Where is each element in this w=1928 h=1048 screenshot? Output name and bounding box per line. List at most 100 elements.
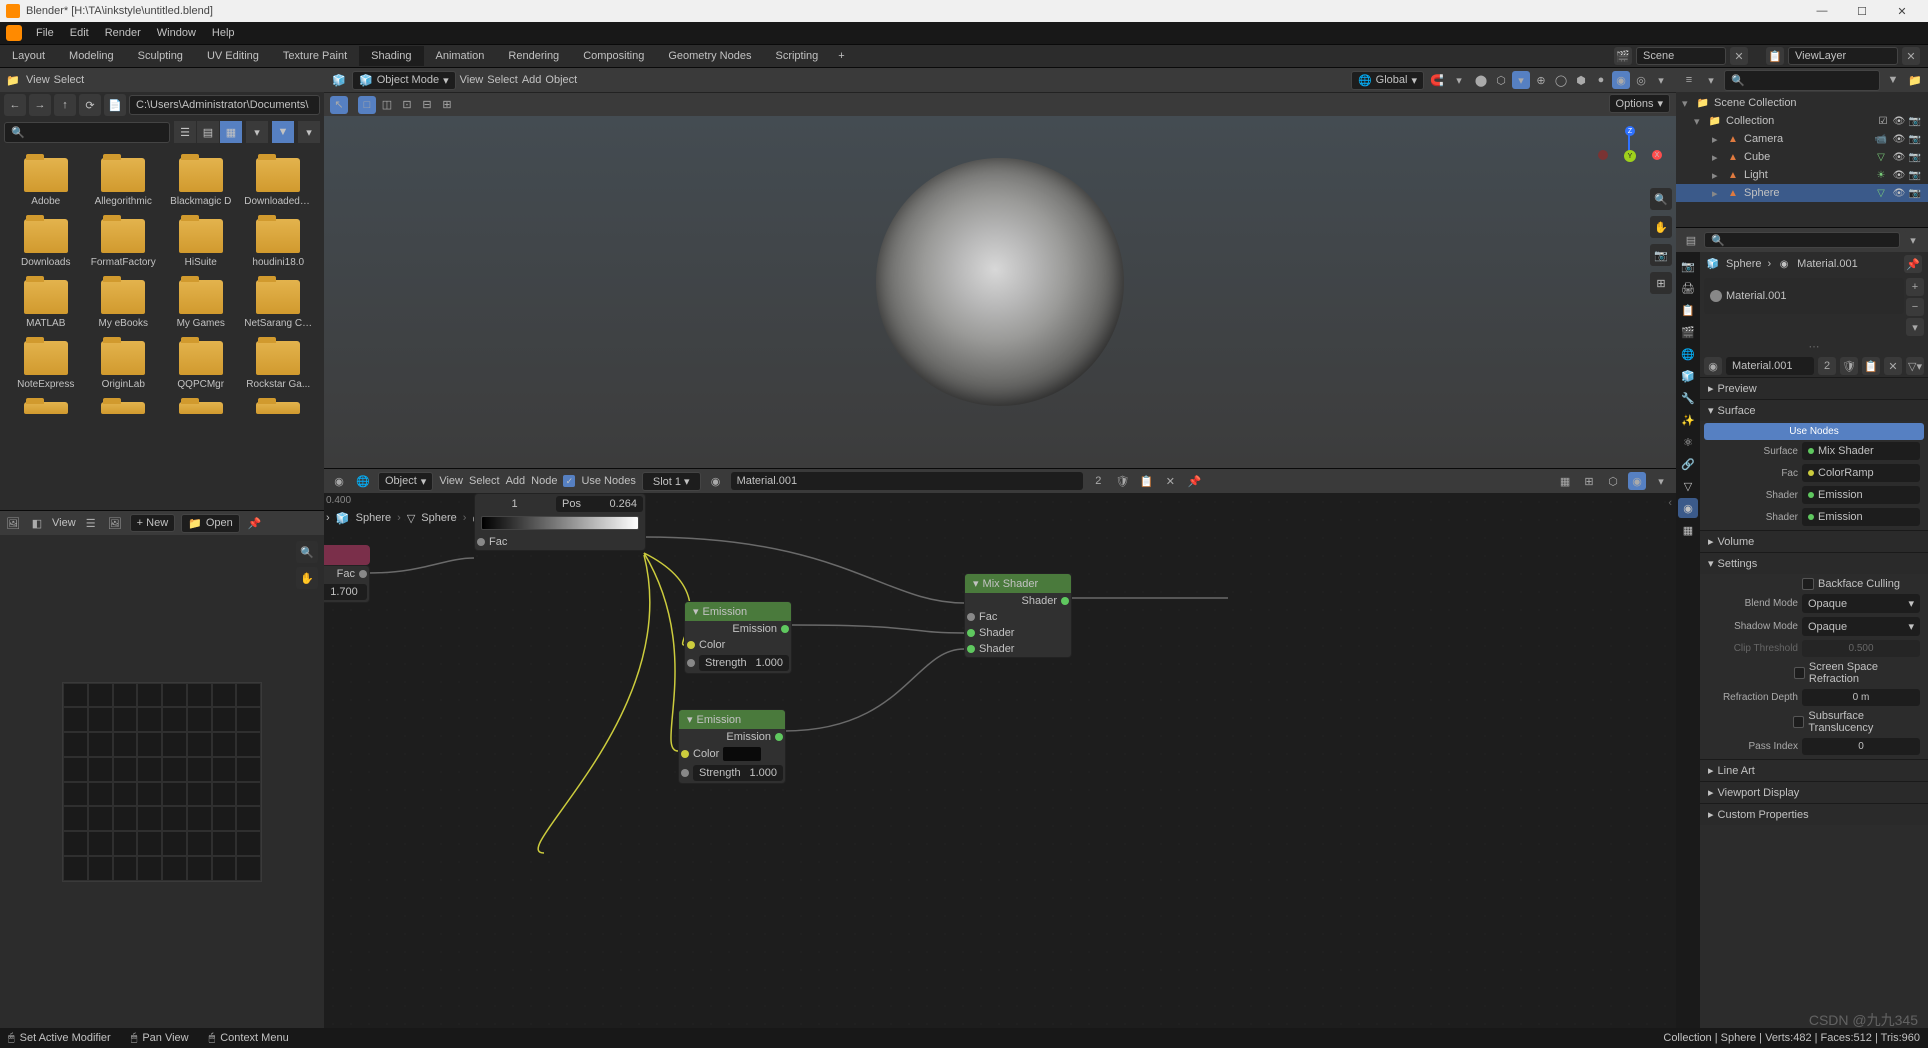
eye-icon[interactable]: 👁 [1892,150,1906,164]
view-columns-button[interactable]: ▤ [197,121,219,143]
ne-opt2-icon[interactable]: ⊞ [1580,472,1598,490]
uv-image-icon[interactable]: 🖼 [106,514,124,532]
tool-cursor-icon[interactable]: ↖ [330,96,348,114]
vp-add-menu[interactable]: Add [522,74,542,86]
viewlayer-del-icon[interactable]: ✕ [1902,47,1920,65]
mat-new-icon[interactable]: 📋 [1137,472,1155,490]
uv-hamburger-icon[interactable]: ☰ [82,514,100,532]
sec-volume[interactable]: ▸Volume [1700,531,1928,552]
vp-view-menu[interactable]: View [460,74,484,86]
snap-dd-icon[interactable]: ▾ [1450,71,1468,89]
ptab-output[interactable]: 🖨 [1678,278,1698,298]
folder-item[interactable]: Adobe [8,154,84,211]
uv-grid[interactable] [62,682,262,882]
tool-select-5-icon[interactable]: ⊞ [438,96,456,114]
tab-modeling[interactable]: Modeling [57,46,126,66]
eye-icon[interactable]: 👁 [1892,132,1906,146]
tool-select-3-icon[interactable]: ⊡ [398,96,416,114]
mat-browse-icon[interactable]: ◉ [707,472,725,490]
ptab-modifier[interactable]: 🔧 [1678,388,1698,408]
fb-select-menu[interactable]: Select [54,74,85,86]
emission-node-2[interactable]: ▾Emission Emission Color Strength1.000 [678,709,786,784]
tab-scripting[interactable]: Scripting [763,46,830,66]
folder-item[interactable]: houdini18.0 [241,215,317,272]
ne-opt3-icon[interactable]: ⬡ [1604,472,1622,490]
nav-back-button[interactable]: ← [4,94,26,116]
nav-newdir-button[interactable]: 📄 [104,94,126,116]
vp-mode-dropdown[interactable]: 🧊 Object Mode ▾ [352,71,456,90]
ne-mode-dropdown[interactable]: Object ▾ [378,472,433,491]
tool-select-4-icon[interactable]: ⊟ [418,96,436,114]
sec-custom[interactable]: ▸Custom Properties [1700,804,1928,825]
vp-shade-mat-icon[interactable]: ◉ [1612,71,1630,89]
vp-pan-icon[interactable]: ✋ [1650,216,1672,238]
mat-users-badge[interactable]: 2 [1089,472,1107,490]
tree-sphere[interactable]: ▸▲Sphere▽👁📷 [1676,184,1928,202]
use-nodes-button[interactable]: Use Nodes [1704,423,1924,440]
tab-shading[interactable]: Shading [359,46,423,66]
backface-checkbox[interactable] [1802,578,1814,590]
ptab-mesh[interactable]: ▽ [1678,476,1698,496]
ne-add-menu[interactable]: Add [506,475,526,487]
camera-icon[interactable]: 📷 [1908,186,1922,200]
ptab-physics[interactable]: ⚛ [1678,432,1698,452]
folder-item[interactable] [241,398,317,422]
outliner-new-col-icon[interactable]: 📁 [1906,71,1924,89]
folder-item[interactable]: MATLAB [8,276,84,333]
ne-shader-type-icon[interactable]: 🌐 [354,472,372,490]
slot-menu-button[interactable]: ▾ [1906,318,1924,336]
view-grid-button[interactable]: ▦ [220,121,242,143]
folder-item[interactable]: Blackmagic D [163,154,239,211]
outliner-mode-icon[interactable]: ▾ [1702,71,1720,89]
sec-lineart[interactable]: ▸Line Art [1700,760,1928,781]
menu-window[interactable]: Window [149,27,204,39]
ne-view-menu[interactable]: View [439,475,463,487]
uv-new-button[interactable]: + New [130,514,176,532]
sec-settings[interactable]: ▾Settings [1700,553,1928,574]
axis-z-icon[interactable]: Z [1625,126,1635,136]
folder-item[interactable]: Downloads [8,215,84,272]
ramp-gradient[interactable] [481,516,639,530]
sec-preview[interactable]: ▸Preview [1700,378,1928,399]
axis-y-icon[interactable]: Y [1624,150,1636,162]
vp-persp-icon[interactable]: ⊞ [1650,272,1672,294]
ne-node-menu[interactable]: Node [531,475,557,487]
uv-mode-icon[interactable]: ◧ [28,514,46,532]
pass-index-field[interactable]: 0 [1802,738,1920,755]
tab-rendering[interactable]: Rendering [496,46,571,66]
path-field[interactable]: C:\Users\Administrator\Documents\ [129,95,320,115]
vp-overlay-icon[interactable]: ⬡ [1492,71,1510,89]
uv-editor-type-icon[interactable]: 🖼 [4,514,22,532]
tree-camera[interactable]: ▸▲Camera📹👁📷 [1676,130,1928,148]
ptab-constraint[interactable]: 🔗 [1678,454,1698,474]
vp-camera-icon[interactable]: 📷 [1650,244,1672,266]
outliner-search-input[interactable]: 🔍 [1724,70,1880,91]
nav-forward-button[interactable]: → [29,94,51,116]
nav-refresh-button[interactable]: ⟳ [79,94,101,116]
nav-gizmo[interactable]: Z Y X [1602,130,1658,186]
folder-item[interactable]: My Games [163,276,239,333]
mat-copy-icon[interactable]: 📋 [1862,357,1880,375]
folder-item[interactable]: FormatFactory [86,215,162,272]
camera-icon[interactable]: 📷 [1908,150,1922,164]
mat-users-badge[interactable]: 2 [1818,357,1836,375]
tab-animation[interactable]: Animation [424,46,497,66]
uv-pin-icon[interactable]: 📌 [246,514,264,532]
ssr-checkbox[interactable] [1794,667,1805,679]
ptab-object[interactable]: 🧊 [1678,366,1698,386]
mat-name-field[interactable]: Material.001 [1726,357,1814,375]
colorramp-node[interactable]: 1 Pos0.264 Fac [474,493,646,551]
slot-dropdown[interactable]: Slot 1 ▾ [642,472,701,491]
view-list-button[interactable]: ☰ [174,121,196,143]
tree-light[interactable]: ▸▲Light☀👁📷 [1676,166,1928,184]
tab-uv[interactable]: UV Editing [195,46,271,66]
ptab-particle[interactable]: ✨ [1678,410,1698,430]
slot-add-button[interactable]: + [1906,278,1924,296]
vp-shade-wire-icon[interactable]: ⬢ [1572,71,1590,89]
vp-shade-render-icon[interactable]: ◎ [1632,71,1650,89]
mat-fake-icon[interactable]: 🛡 [1113,472,1131,490]
tree-collection[interactable]: ▾📁Collection☑👁📷 [1676,112,1928,130]
folder-item[interactable]: HiSuite [163,215,239,272]
ptab-render[interactable]: 📷 [1678,256,1698,276]
folder-item[interactable] [163,398,239,422]
